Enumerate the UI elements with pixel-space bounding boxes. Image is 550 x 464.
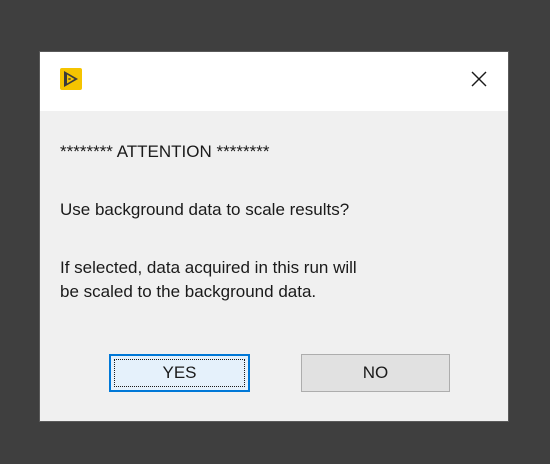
close-icon	[471, 71, 487, 92]
no-button[interactable]: NO	[301, 354, 450, 392]
close-button[interactable]	[450, 52, 508, 111]
no-button-label: NO	[362, 363, 389, 382]
attention-dialog: ******** ATTENTION ******** Use backgrou…	[39, 51, 509, 422]
yes-button-label: YES	[162, 363, 197, 382]
yes-button[interactable]: YES	[109, 354, 250, 392]
title-bar	[40, 52, 508, 111]
question-text: Use background data to scale results?	[60, 200, 350, 219]
app-icon	[60, 68, 82, 90]
info-line-2: be scaled to the background data.	[60, 282, 317, 301]
info-text: If selected, data acquired in this run w…	[60, 256, 357, 304]
info-line-1: If selected, data acquired in this run w…	[60, 258, 357, 277]
attention-heading: ******** ATTENTION ********	[60, 142, 270, 161]
